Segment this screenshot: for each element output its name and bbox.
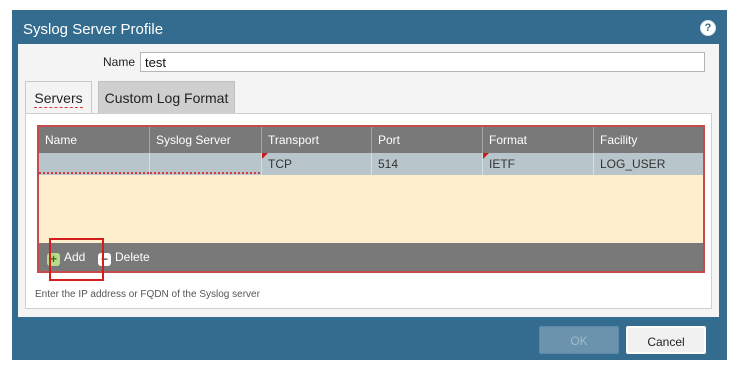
cell-format[interactable]: IETF <box>483 153 594 175</box>
column-header-syslog-server[interactable]: Syslog Server <box>150 127 262 153</box>
tab-servers-label: Servers <box>34 90 83 108</box>
dialog-body: Name Servers Custom Log Format Name Sysl… <box>18 44 719 317</box>
validation-underline <box>150 172 262 174</box>
column-header-format[interactable]: Format <box>483 127 594 153</box>
syslog-server-profile-dialog: Syslog Server Profile ? Name Servers Cus… <box>12 10 727 360</box>
cell-port[interactable]: 514 <box>372 153 483 175</box>
column-header-transport[interactable]: Transport <box>262 127 372 153</box>
cancel-button[interactable]: Cancel <box>626 326 706 354</box>
grid-header: Name Syslog Server Transport Port Format… <box>39 127 703 153</box>
dialog-title: Syslog Server Profile <box>23 21 164 38</box>
modified-flag <box>262 153 268 159</box>
table-row[interactable]: TCP 514 IETF LOG_USER <box>39 153 703 175</box>
name-label: Name <box>103 55 136 69</box>
column-header-facility[interactable]: Facility <box>594 127 703 153</box>
cell-facility[interactable]: LOG_USER <box>594 153 703 175</box>
cell-name[interactable] <box>39 153 150 175</box>
name-input[interactable] <box>140 52 705 72</box>
question-circle-icon[interactable]: ? <box>700 20 716 36</box>
servers-panel: Name Syslog Server Transport Port Format… <box>25 113 712 309</box>
hint-text: Enter the IP address or FQDN of the Sysl… <box>35 289 260 300</box>
column-header-port[interactable]: Port <box>372 127 483 153</box>
column-header-name[interactable]: Name <box>39 127 150 153</box>
modified-flag <box>483 153 489 159</box>
cell-transport[interactable]: TCP <box>262 153 372 175</box>
servers-grid: Name Syslog Server Transport Port Format… <box>37 125 705 273</box>
add-button-highlight <box>49 238 104 281</box>
delete-button-label: Delete <box>115 250 150 264</box>
validation-underline <box>39 172 150 174</box>
tab-custom-log-format[interactable]: Custom Log Format <box>98 81 235 114</box>
ok-button[interactable]: OK <box>539 326 619 354</box>
grid-toolbar: + Add − Delete <box>39 243 703 271</box>
cell-syslog-server[interactable] <box>150 153 262 175</box>
delete-button[interactable]: − Delete <box>98 247 150 267</box>
tab-servers[interactable]: Servers <box>25 81 92 114</box>
